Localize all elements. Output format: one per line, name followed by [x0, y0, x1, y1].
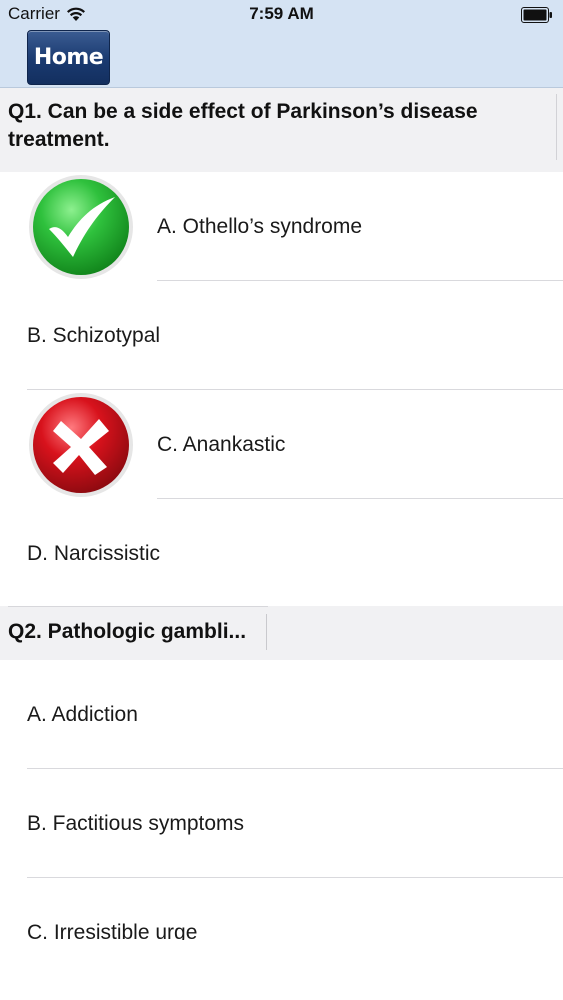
checkmark-icon: [29, 174, 133, 279]
answer-option[interactable]: D. Narcissistic: [0, 499, 563, 608]
question-header: Q2. Pathologic gambli...: [0, 606, 563, 660]
answer-label: A. Othello’s syndrome: [157, 214, 363, 238]
battery-icon: [521, 7, 552, 23]
status-bar: Carrier 7:59 AM: [0, 0, 563, 30]
question-header: Q1. Can be a side effect of Parkinson’s …: [0, 88, 563, 172]
answer-label: B. Schizotypal: [27, 323, 161, 347]
answer-label: A. Addiction: [27, 702, 138, 726]
home-button[interactable]: Home: [27, 30, 110, 85]
navigation-bar: Carrier 7:59 AM Home: [0, 0, 563, 88]
cross-icon: [29, 392, 133, 497]
answer-option[interactable]: C. Anankastic: [0, 390, 563, 499]
answer-option[interactable]: A. Addiction: [0, 660, 563, 769]
answer-option[interactable]: A. Othello’s syndrome: [0, 172, 563, 281]
answer-label: C. Anankastic: [157, 432, 286, 456]
question-text: Q1. Can be a side effect of Parkinson’s …: [8, 100, 478, 151]
answer-option[interactable]: B. Schizotypal: [0, 281, 563, 390]
answer-label: B. Factitious symptoms: [27, 811, 245, 835]
answer-label: D. Narcissistic: [27, 541, 161, 565]
header-divider: [266, 614, 267, 650]
header-divider: [8, 606, 268, 607]
question-text: Q2. Pathologic gambli...: [8, 620, 247, 643]
header-divider: [556, 94, 557, 160]
status-time: 7:59 AM: [249, 4, 314, 23]
answer-option[interactable]: B. Factitious symptoms: [0, 769, 563, 878]
scroll-clip-area: [0, 940, 563, 1000]
